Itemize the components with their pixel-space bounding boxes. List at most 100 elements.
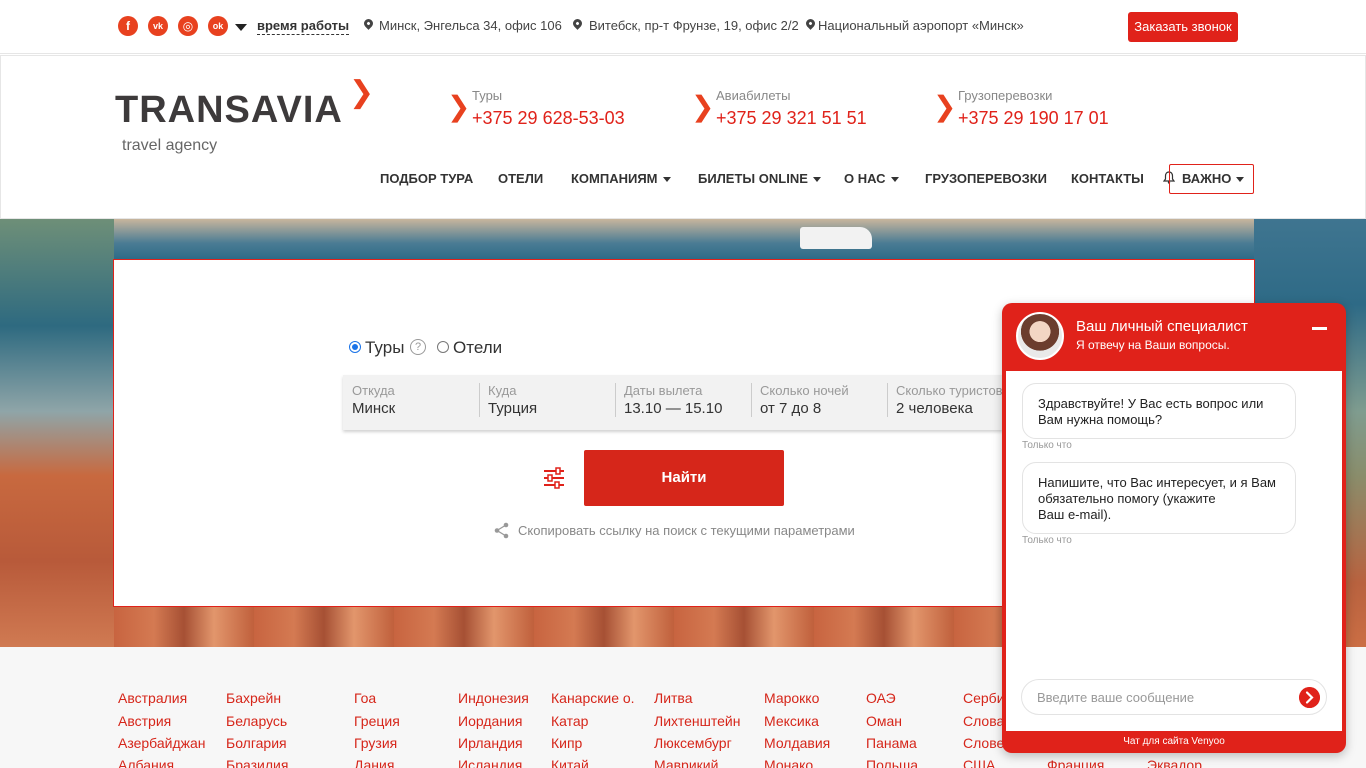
logo[interactable]: TRANSAVIA bbox=[115, 90, 343, 130]
nav-about-label: О НАС bbox=[844, 171, 886, 186]
mode-tours-radio[interactable] bbox=[349, 341, 361, 353]
country-link[interactable]: Мексика bbox=[764, 713, 819, 730]
phone-label-avia: Авиабилеты bbox=[716, 88, 791, 103]
mode-tours-label[interactable]: Туры bbox=[365, 338, 404, 358]
field-tourists[interactable]: Сколько туристов 2 человека bbox=[887, 375, 1003, 430]
country-link[interactable]: Лихтенштейн bbox=[654, 713, 740, 730]
country-link[interactable]: Молдавия bbox=[764, 735, 830, 752]
country-link[interactable]: Оман bbox=[866, 713, 902, 730]
facebook-icon[interactable]: f bbox=[118, 16, 138, 36]
phone-cargo[interactable]: +375 29 190 17 01 bbox=[958, 107, 1109, 129]
share-icon[interactable] bbox=[493, 522, 510, 539]
nav-important-label: ВАЖНО bbox=[1182, 171, 1232, 186]
country-link[interactable]: Индонезия bbox=[458, 690, 529, 707]
chat-messages: Здравствуйте! У Вас есть вопрос или Вам … bbox=[1006, 371, 1342, 731]
chat-message-input[interactable] bbox=[1021, 679, 1327, 715]
country-link[interactable]: Панама bbox=[866, 735, 917, 752]
country-link[interactable]: Дания bbox=[354, 757, 394, 768]
vk-icon[interactable]: vk bbox=[148, 16, 168, 36]
field-dates-label: Даты вылета bbox=[624, 383, 703, 398]
nav-companies[interactable]: КОМПАНИЯМ bbox=[571, 171, 671, 187]
country-link[interactable]: США bbox=[963, 757, 995, 768]
work-hours-link[interactable]: время работы bbox=[257, 18, 350, 35]
hero-bay-image bbox=[114, 219, 1254, 259]
field-to-label: Куда bbox=[488, 383, 517, 398]
country-link[interactable]: Бразилия bbox=[226, 757, 288, 768]
instagram-icon[interactable]: ◎ bbox=[178, 16, 198, 36]
nav-tour-selection[interactable]: ПОДБОР ТУРА bbox=[380, 171, 473, 187]
phone-avia[interactable]: +375 29 321 51 51 bbox=[716, 107, 867, 129]
field-dates-value: 13.10 — 15.10 bbox=[624, 400, 723, 417]
country-link[interactable]: Иордания bbox=[458, 713, 522, 730]
mode-hotels-label[interactable]: Отели bbox=[453, 338, 502, 358]
chevron-right-icon: ❯ bbox=[933, 91, 957, 122]
country-link[interactable]: Люксембург bbox=[654, 735, 732, 752]
mode-hotels-radio[interactable] bbox=[437, 341, 449, 353]
field-dates[interactable]: Даты вылета 13.10 — 15.10 bbox=[615, 375, 751, 430]
chevron-right-icon: ❯ bbox=[691, 91, 715, 122]
odnoklassniki-icon[interactable]: ok bbox=[208, 16, 228, 36]
order-call-button[interactable]: Заказать звонок bbox=[1128, 12, 1238, 42]
help-icon[interactable]: ? bbox=[410, 339, 426, 355]
minimize-icon[interactable] bbox=[1312, 327, 1327, 330]
country-link[interactable]: Маврикий bbox=[654, 757, 718, 768]
nav-tickets-online[interactable]: БИЛЕТЫ ONLINE bbox=[698, 171, 821, 187]
country-link[interactable]: Австралия bbox=[118, 690, 187, 707]
country-link[interactable]: Литва bbox=[654, 690, 693, 707]
country-link[interactable]: Польша bbox=[866, 757, 918, 768]
nav-about[interactable]: О НАС bbox=[844, 171, 899, 187]
country-link[interactable]: Албания bbox=[118, 757, 174, 768]
country-link[interactable]: Болгария bbox=[226, 735, 287, 752]
country-link[interactable]: Канарские о. bbox=[551, 690, 635, 707]
filters-icon[interactable] bbox=[543, 467, 565, 489]
copy-search-link[interactable]: Скопировать ссылку на поиск с текущими п… bbox=[518, 523, 855, 538]
country-link[interactable]: Австрия bbox=[118, 713, 171, 730]
phone-tours[interactable]: +375 29 628-53-03 bbox=[472, 107, 625, 129]
location-pin-icon bbox=[362, 17, 375, 30]
field-nights-label: Сколько ночей bbox=[760, 383, 849, 398]
nav-contacts[interactable]: КОНТАКТЫ bbox=[1071, 171, 1144, 187]
country-link[interactable]: Кипр bbox=[551, 735, 582, 752]
country-link[interactable]: Бахрейн bbox=[226, 690, 281, 707]
chevron-down-icon[interactable] bbox=[235, 24, 247, 31]
country-link[interactable]: Греция bbox=[354, 713, 400, 730]
chat-footer[interactable]: Чат для сайта Venyoo bbox=[1002, 734, 1346, 750]
chevron-right-icon: ❯ bbox=[447, 91, 471, 122]
field-from[interactable]: Откуда Минск bbox=[343, 375, 479, 430]
country-link[interactable]: Гоа bbox=[354, 690, 376, 707]
country-link[interactable]: Марокко bbox=[764, 690, 819, 707]
field-to-value: Турция bbox=[488, 400, 538, 417]
country-link[interactable]: Азербайджан bbox=[118, 735, 206, 752]
nav-tickets-label: БИЛЕТЫ ONLINE bbox=[698, 171, 808, 186]
chevron-down-icon bbox=[812, 177, 821, 183]
field-from-label: Откуда bbox=[352, 383, 395, 398]
location-pin-icon bbox=[571, 17, 584, 30]
nav-cargo[interactable]: ГРУЗОПЕРЕВОЗКИ bbox=[925, 171, 1047, 187]
country-link[interactable]: Грузия bbox=[354, 735, 397, 752]
field-to[interactable]: Куда Турция bbox=[479, 375, 615, 430]
address-airport: Национальный аэропорт «Минск» bbox=[818, 18, 1024, 33]
nav-important[interactable]: ВАЖНО bbox=[1169, 164, 1254, 194]
logo-tagline: travel agency bbox=[122, 137, 218, 154]
country-link[interactable]: Эквадор bbox=[1147, 757, 1202, 768]
country-link[interactable]: Франция bbox=[1047, 757, 1104, 768]
country-link[interactable]: ОАЭ bbox=[866, 690, 896, 707]
country-link[interactable]: Китай bbox=[551, 757, 589, 768]
nav-hotels[interactable]: ОТЕЛИ bbox=[498, 171, 543, 187]
chat-message-time: Только что bbox=[1022, 440, 1072, 451]
country-link[interactable]: Ирландия bbox=[458, 735, 523, 752]
country-link[interactable]: Катар bbox=[551, 713, 588, 730]
field-nights[interactable]: Сколько ночей от 7 до 8 bbox=[751, 375, 887, 430]
country-link[interactable]: Серби bbox=[963, 690, 1005, 707]
country-link[interactable]: Исландия bbox=[458, 757, 522, 768]
chat-widget: Ваш личный специалист Я отвечу на Ваши в… bbox=[1002, 303, 1346, 753]
logo-chevron-icon: ❯ bbox=[349, 76, 375, 109]
send-icon[interactable] bbox=[1299, 687, 1320, 708]
chat-message-time: Только что bbox=[1022, 535, 1072, 546]
address-minsk: Минск, Энгельса 34, офис 106 bbox=[379, 18, 562, 33]
site-header: TRANSAVIA ❯ travel agency ❯ Туры +375 29… bbox=[0, 55, 1366, 219]
country-link[interactable]: Монако bbox=[764, 757, 813, 768]
search-button[interactable]: Найти bbox=[584, 450, 784, 506]
country-link[interactable]: Беларусь bbox=[226, 713, 287, 730]
chevron-down-icon bbox=[1236, 177, 1245, 183]
